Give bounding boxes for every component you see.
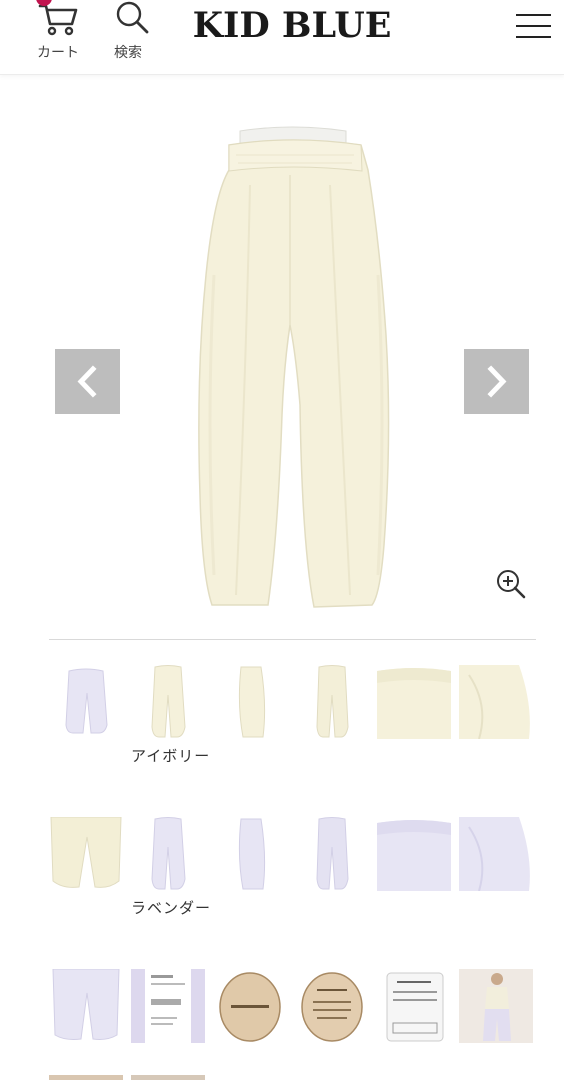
next-image-button[interactable] [464, 349, 529, 414]
product-page: 1 カート 検索 KID BLUE [0, 0, 564, 1080]
thumbnail-lavender-side[interactable] [213, 817, 287, 891]
brand-logo[interactable]: KID BLUE [180, 4, 404, 48]
zoom-in-icon [497, 570, 526, 599]
search-button[interactable]: 検索 [110, 0, 154, 66]
thumbnail-partial-1[interactable] [49, 1075, 123, 1080]
thumbnail-ivory-hem-detail[interactable] [459, 665, 533, 739]
site-header: 1 カート 検索 KID BLUE [0, 0, 564, 75]
viewer-divider [49, 639, 536, 640]
thumbnail-lavender-waist-detail[interactable] [377, 817, 451, 891]
thumbnail-care-label-tag[interactable] [131, 969, 205, 1043]
product-image-viewer [0, 75, 564, 635]
thumbnail-lavender-back[interactable] [295, 817, 369, 891]
cart-button[interactable]: 1 カート [30, 0, 86, 66]
thumbnail-ivory-waist-detail[interactable] [377, 665, 451, 739]
thumbnail-ivory-back[interactable] [295, 665, 369, 739]
thumbnail-care-notice-tag[interactable] [377, 969, 451, 1043]
thumbnail-lavender-hem-detail[interactable] [459, 817, 533, 891]
thumbnail-ivory-front[interactable] [131, 665, 205, 739]
thumbnail-ivory-pocket-detail[interactable] [49, 817, 123, 891]
thumbnail-ivory-side[interactable] [213, 665, 287, 739]
hamburger-menu-icon [516, 14, 551, 16]
thumbnail-partial-2[interactable] [131, 1075, 205, 1080]
thumbnail-lavender-leg-detail[interactable] [49, 969, 123, 1043]
previous-image-button[interactable] [55, 349, 120, 414]
thumbnail-brand-hang-tag[interactable] [295, 969, 369, 1043]
chevron-left-icon [77, 365, 97, 398]
thumbnail-organic-cotton-tag[interactable] [213, 969, 287, 1043]
thumbnail-model-photo[interactable] [459, 969, 533, 1043]
zoom-button[interactable] [496, 569, 526, 599]
color-label-lavender: ラベンダー [131, 899, 212, 917]
thumbnail-lavender-front[interactable] [49, 665, 123, 739]
cart-label: カート [37, 45, 79, 61]
color-label-ivory: アイボリー [131, 747, 211, 765]
thumbnail-lavender-front-2[interactable] [131, 817, 205, 891]
chevron-right-icon [487, 365, 507, 398]
menu-button[interactable] [514, 12, 552, 42]
search-icon [116, 1, 149, 34]
search-label: 検索 [114, 45, 142, 61]
